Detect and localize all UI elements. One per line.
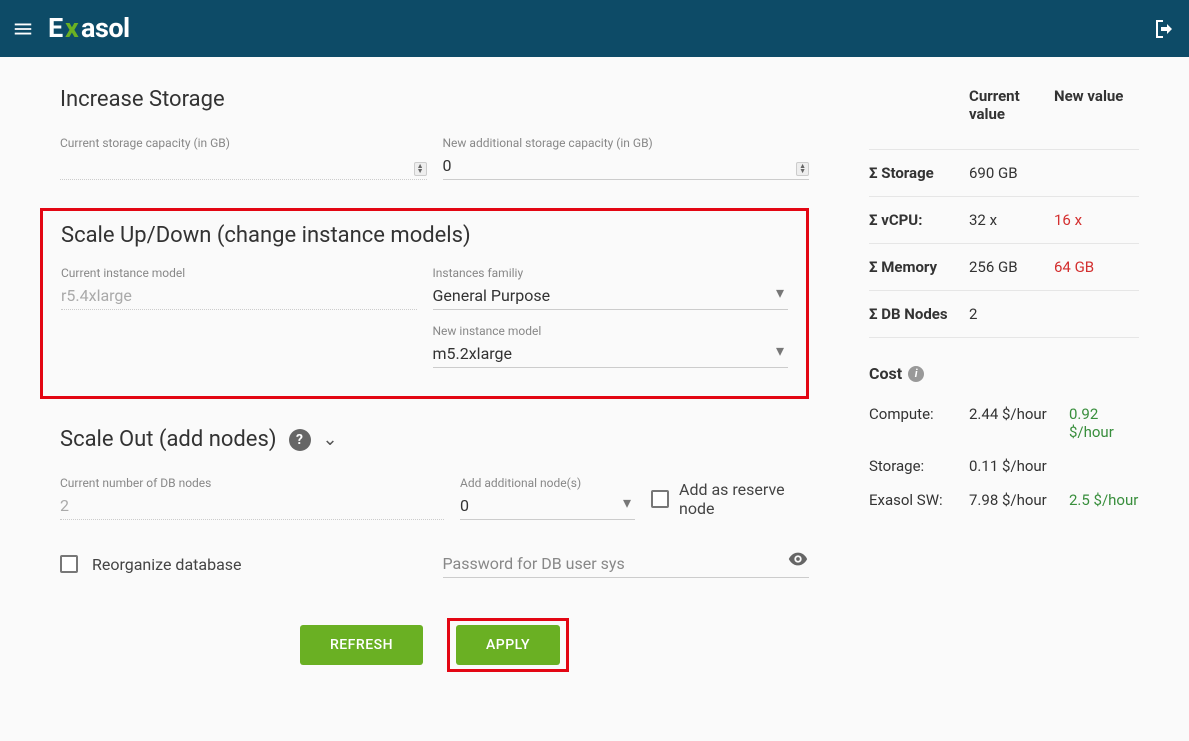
summary-row: Σ DB Nodes2 (869, 291, 1139, 338)
summary-new: 16 x (1054, 211, 1139, 229)
storage-title: Increase Storage (60, 87, 809, 112)
logo: E x asol (48, 15, 182, 43)
summary-row: Σ Storage690 GB (869, 149, 1139, 197)
cost-new: 2.5 $/hour (1069, 491, 1139, 509)
summary-label: Σ Memory (869, 258, 969, 276)
svg-text:x: x (65, 15, 79, 43)
logout-icon[interactable] (1153, 17, 1177, 41)
instance-family-label: Instances familiy (433, 266, 789, 280)
spinner-icon: ▲▼ (414, 162, 427, 176)
scale-title: Scale Up/Down (change instance models) (61, 223, 788, 248)
add-nodes-select[interactable] (460, 492, 635, 520)
new-model-label: New instance model (433, 324, 789, 338)
scaleout-title: Scale Out (add nodes) (60, 427, 277, 452)
cost-current: 0.11 $/hour (969, 457, 1069, 475)
cost-new (1069, 457, 1139, 475)
summary-row: Σ Memory256 GB64 GB (869, 244, 1139, 291)
eye-icon[interactable] (787, 548, 809, 574)
cost-new: 0.92 $/hour (1069, 405, 1139, 441)
summary-new (1054, 164, 1139, 182)
instance-family-select[interactable] (433, 282, 789, 310)
summary-new (1054, 305, 1139, 323)
reserve-node-label: Add as reserve node (679, 480, 809, 518)
current-storage-input (60, 152, 427, 180)
apply-button[interactable]: Apply (456, 625, 560, 665)
summary-new: 64 GB (1054, 258, 1139, 276)
menu-icon[interactable] (12, 18, 34, 40)
current-model-input (61, 282, 417, 310)
cost-title: Cost (869, 364, 902, 383)
add-nodes-label: Add additional node(s) (460, 476, 635, 490)
cost-current: 7.98 $/hour (969, 491, 1069, 509)
summary-label: Σ vCPU: (869, 211, 969, 229)
app-header: E x asol (0, 0, 1189, 57)
reorganize-label: Reorganize database (92, 555, 242, 574)
info-icon[interactable]: i (908, 366, 924, 382)
summary-current: 690 GB (969, 164, 1054, 182)
cost-current: 2.44 $/hour (969, 405, 1069, 441)
scale-updown-section: Scale Up/Down (change instance models) C… (40, 208, 809, 399)
summary-current: 32 x (969, 211, 1054, 229)
summary-label: Σ DB Nodes (869, 305, 969, 323)
refresh-button[interactable]: Refresh (300, 625, 423, 665)
new-storage-input[interactable] (443, 152, 810, 180)
summary-header-new: New value (1054, 87, 1139, 123)
summary-current: 2 (969, 305, 1054, 323)
cost-row: Compute:2.44 $/hour0.92 $/hour (869, 397, 1139, 449)
svg-text:asol: asol (81, 15, 130, 43)
cost-label: Storage: (869, 457, 969, 475)
current-nodes-input (60, 492, 444, 520)
summary-header-current: Current value (969, 87, 1054, 123)
cost-row: Storage:0.11 $/hour (869, 449, 1139, 483)
new-storage-label: New additional storage capacity (in GB) (443, 136, 810, 150)
reserve-node-checkbox[interactable] (651, 490, 669, 508)
cost-label: Compute: (869, 405, 969, 441)
current-storage-label: Current storage capacity (in GB) (60, 136, 427, 150)
chevron-down-icon[interactable]: ⌄ (323, 429, 338, 450)
reorganize-checkbox[interactable] (60, 555, 78, 573)
summary-row: Σ vCPU:32 x16 x (869, 197, 1139, 244)
summary-label: Σ Storage (869, 164, 969, 182)
current-nodes-label: Current number of DB nodes (60, 476, 444, 490)
db-password-input[interactable] (443, 550, 810, 578)
cost-label: Exasol SW: (869, 491, 969, 509)
new-model-select[interactable] (433, 340, 789, 368)
svg-text:E: E (48, 15, 63, 43)
apply-highlight: Apply (447, 618, 569, 672)
summary-current: 256 GB (969, 258, 1054, 276)
current-model-label: Current instance model (61, 266, 417, 280)
summary-sidebar: Current value New value Σ Storage690 GBΣ… (849, 87, 1189, 672)
help-icon[interactable]: ? (289, 429, 311, 451)
spinner-icon[interactable]: ▲▼ (796, 162, 809, 176)
cost-row: Exasol SW:7.98 $/hour2.5 $/hour (869, 483, 1139, 517)
